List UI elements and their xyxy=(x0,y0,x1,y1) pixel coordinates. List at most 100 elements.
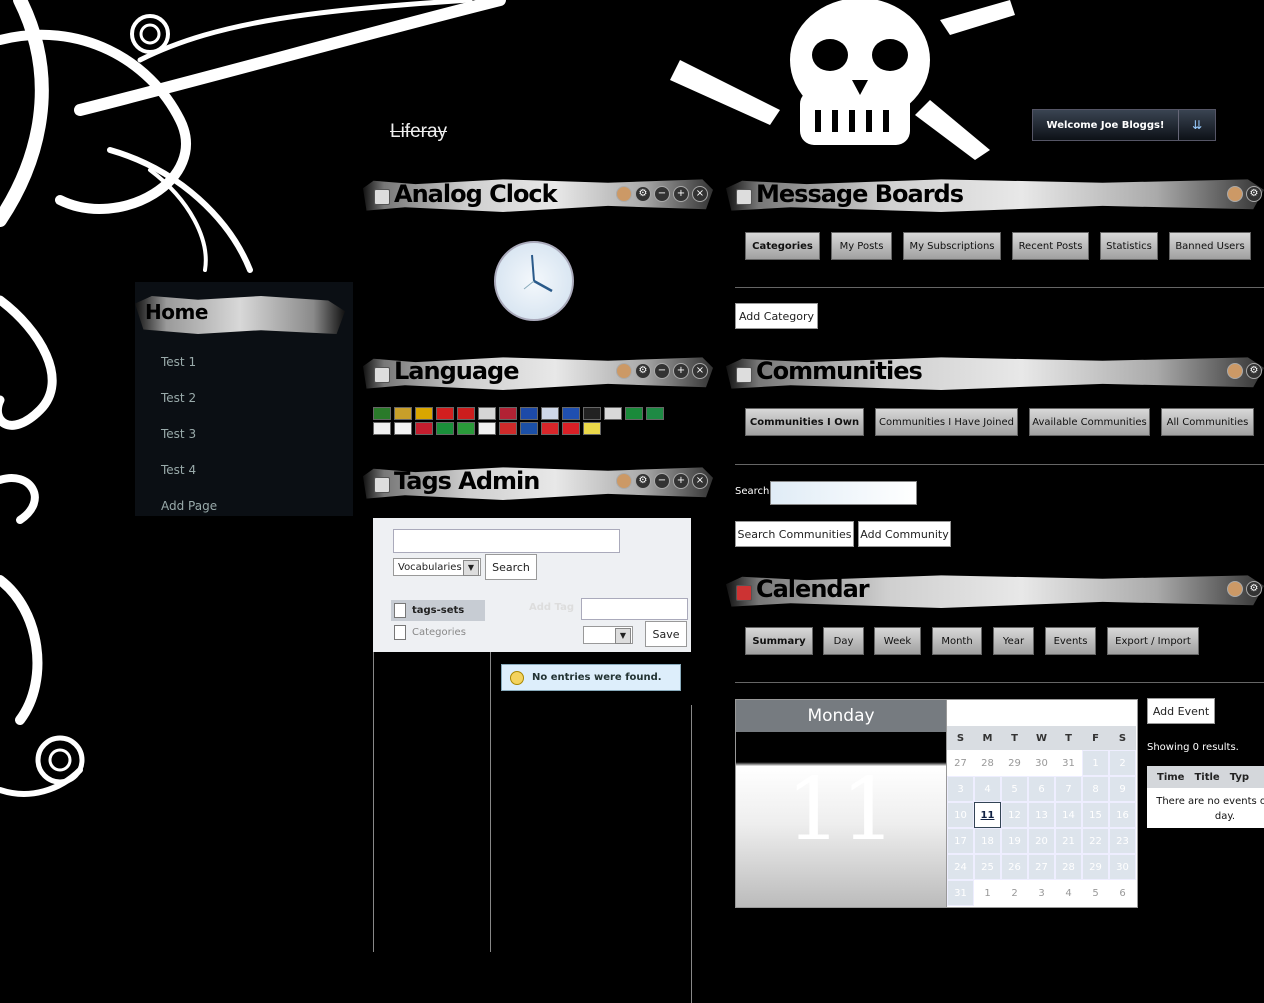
calendar-day[interactable]: 14 xyxy=(1055,802,1082,828)
language-flag-icon[interactable] xyxy=(562,422,580,435)
language-flag-icon[interactable] xyxy=(541,407,559,420)
configuration-icon[interactable]: ⚙ xyxy=(1246,186,1262,202)
calendar-day[interactable]: 18 xyxy=(974,828,1001,854)
welcome-dock[interactable]: Welcome Joe Bloggs! ⇊ xyxy=(1032,109,1216,141)
configuration-icon[interactable]: ⚙ xyxy=(635,473,651,489)
column-header[interactable]: Typ xyxy=(1220,772,1249,783)
add-page-link[interactable]: Add Page xyxy=(161,499,217,513)
tab-events[interactable]: Events xyxy=(1045,627,1096,655)
calendar-day[interactable]: 5 xyxy=(1001,776,1028,802)
language-flag-icon[interactable] xyxy=(646,407,664,420)
calendar-day[interactable]: 2 xyxy=(1109,750,1136,776)
language-flag-icon[interactable] xyxy=(394,422,412,435)
calendar-day[interactable]: 16 xyxy=(1109,802,1136,828)
add-community-button[interactable]: Add Community xyxy=(858,521,951,547)
calendar-day[interactable]: 19 xyxy=(1001,828,1028,854)
language-flag-icon[interactable] xyxy=(436,407,454,420)
vocabularies-select[interactable]: Vocabularies ▼ xyxy=(393,558,481,576)
language-flag-icon[interactable] xyxy=(457,407,475,420)
language-flag-icon[interactable] xyxy=(583,422,601,435)
double-chevron-down-icon[interactable]: ⇊ xyxy=(1179,110,1215,140)
tab-communities-i-own[interactable]: Communities I Own xyxy=(745,408,864,436)
configuration-icon[interactable]: ⚙ xyxy=(1246,581,1262,597)
configuration-icon[interactable]: ⚙ xyxy=(635,363,651,379)
language-flag-icon[interactable] xyxy=(436,422,454,435)
calendar-day[interactable]: 3 xyxy=(947,776,974,802)
calendar-day[interactable]: 27 xyxy=(1028,854,1055,880)
language-flag-icon[interactable] xyxy=(415,407,433,420)
nav-title[interactable]: Home xyxy=(145,300,208,324)
add-tag-input[interactable] xyxy=(581,598,688,620)
calendar-day[interactable]: 8 xyxy=(1082,776,1109,802)
tab-available-communities[interactable]: Available Communities xyxy=(1029,408,1150,436)
tags-search-input[interactable] xyxy=(393,529,620,553)
tab-year[interactable]: Year xyxy=(993,627,1034,655)
close-icon[interactable]: × xyxy=(692,473,708,489)
calendar-day[interactable]: 17 xyxy=(947,828,974,854)
maximize-icon[interactable]: + xyxy=(673,473,689,489)
calendar-day[interactable]: 28 xyxy=(1055,854,1082,880)
communities-search-input[interactable] xyxy=(770,481,917,505)
language-flag-icon[interactable] xyxy=(499,422,517,435)
calendar-day[interactable]: 4 xyxy=(1055,880,1082,906)
language-flag-icon[interactable] xyxy=(373,407,391,420)
close-icon[interactable]: × xyxy=(692,363,708,379)
tab-summary[interactable]: Summary xyxy=(745,627,813,655)
calendar-day[interactable]: 31 xyxy=(947,880,974,906)
calendar-day[interactable]: 3 xyxy=(1028,880,1055,906)
tab-categories[interactable]: Categories xyxy=(745,232,820,260)
minimize-icon[interactable]: − xyxy=(654,186,670,202)
tag-vocab-select[interactable]: ▼ xyxy=(583,626,633,644)
tab-week[interactable]: Week xyxy=(874,627,921,655)
add-event-button[interactable]: Add Event xyxy=(1147,698,1215,724)
look-and-feel-icon[interactable] xyxy=(616,363,632,379)
tab-all-communities[interactable]: All Communities xyxy=(1161,408,1254,436)
tab-recent-posts[interactable]: Recent Posts xyxy=(1012,232,1089,260)
nav-item[interactable]: Test 2 xyxy=(161,391,196,405)
calendar-day[interactable]: 4 xyxy=(974,776,1001,802)
site-logo[interactable]: Liferay xyxy=(390,121,447,143)
calendar-day[interactable]: 9 xyxy=(1109,776,1136,802)
language-flag-icon[interactable] xyxy=(625,407,643,420)
configuration-icon[interactable]: ⚙ xyxy=(635,186,651,202)
language-flag-icon[interactable] xyxy=(520,422,538,435)
calendar-day[interactable]: 2 xyxy=(1001,880,1028,906)
look-and-feel-icon[interactable] xyxy=(1227,186,1243,202)
language-flag-icon[interactable] xyxy=(478,407,496,420)
calendar-day[interactable]: 7 xyxy=(1055,776,1082,802)
calendar-day[interactable]: 30 xyxy=(1109,854,1136,880)
tab-day[interactable]: Day xyxy=(823,627,864,655)
tab-statistics[interactable]: Statistics xyxy=(1100,232,1158,260)
language-flag-icon[interactable] xyxy=(541,422,559,435)
look-and-feel-icon[interactable] xyxy=(616,473,632,489)
calendar-day[interactable]: 5 xyxy=(1082,880,1109,906)
calendar-day[interactable]: 11 xyxy=(974,802,1001,828)
look-and-feel-icon[interactable] xyxy=(616,186,632,202)
calendar-day[interactable]: 13 xyxy=(1028,802,1055,828)
minimize-icon[interactable]: − xyxy=(654,363,670,379)
add-category-button[interactable]: Add Category xyxy=(735,303,818,329)
calendar-day[interactable]: 27 xyxy=(947,750,974,776)
tab-export-import[interactable]: Export / Import xyxy=(1107,627,1199,655)
tree-item-categories[interactable]: Categories xyxy=(391,625,466,640)
tree-item-tags-sets[interactable]: tags-sets xyxy=(391,600,485,621)
language-flag-icon[interactable] xyxy=(562,407,580,420)
maximize-icon[interactable]: + xyxy=(673,363,689,379)
tab-month[interactable]: Month xyxy=(932,627,982,655)
calendar-day[interactable]: 6 xyxy=(1109,880,1136,906)
calendar-day[interactable]: 28 xyxy=(974,750,1001,776)
language-flag-icon[interactable] xyxy=(478,422,496,435)
calendar-day[interactable]: 23 xyxy=(1109,828,1136,854)
maximize-icon[interactable]: + xyxy=(673,186,689,202)
language-flag-icon[interactable] xyxy=(520,407,538,420)
minimize-icon[interactable]: − xyxy=(654,473,670,489)
calendar-day[interactable]: 1 xyxy=(1082,750,1109,776)
nav-item[interactable]: Test 4 xyxy=(161,463,196,477)
look-and-feel-icon[interactable] xyxy=(1227,581,1243,597)
welcome-label[interactable]: Welcome Joe Bloggs! xyxy=(1033,110,1179,140)
calendar-day[interactable]: 20 xyxy=(1028,828,1055,854)
close-icon[interactable]: × xyxy=(692,186,708,202)
save-button[interactable]: Save xyxy=(645,621,687,647)
calendar-day[interactable]: 22 xyxy=(1082,828,1109,854)
column-header[interactable]: Time xyxy=(1147,772,1184,783)
